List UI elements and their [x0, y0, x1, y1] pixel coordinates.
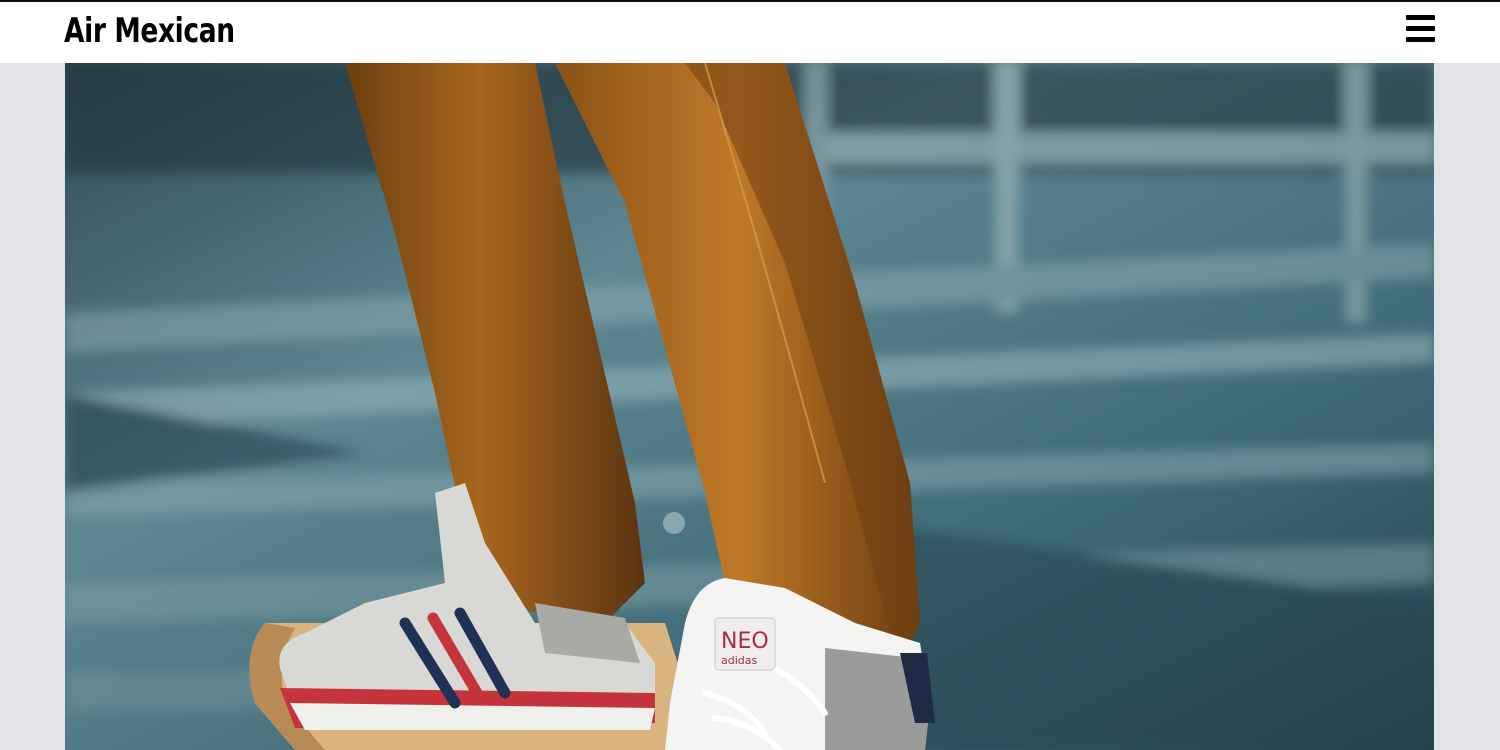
slider-indicator-dot — [663, 512, 685, 534]
brand-logo[interactable]: Air Mexican — [64, 11, 235, 51]
shoe-label-neo: NEO — [721, 629, 769, 654]
menu-bar-middle — [1406, 26, 1435, 31]
shoe-label-brand: adidas — [721, 654, 758, 667]
site-header: Air Mexican — [0, 2, 1500, 63]
menu-bar-bottom — [1406, 37, 1435, 42]
hero-image: NEO adidas — [65, 63, 1434, 750]
menu-bar-top — [1406, 15, 1435, 20]
hamburger-menu-icon[interactable] — [1406, 15, 1436, 43]
hero-photo: NEO adidas — [65, 63, 1434, 750]
